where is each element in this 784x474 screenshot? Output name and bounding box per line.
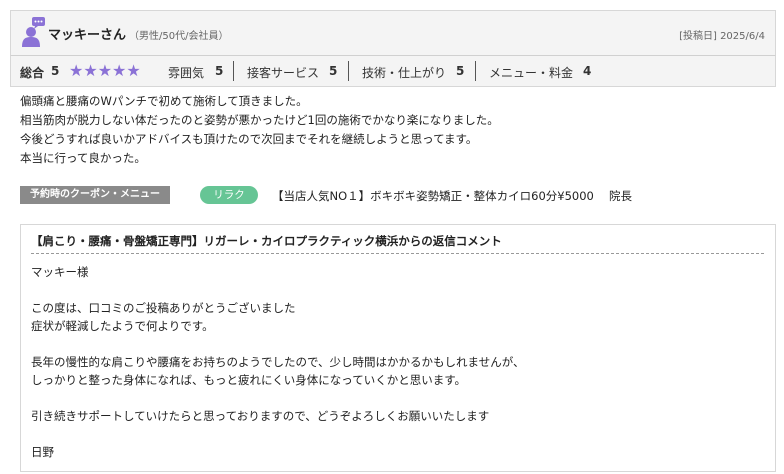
review-line: 偏頭痛と腰痛のWパンチで初めて施術して頂きました。 xyxy=(20,94,308,108)
rating-label-technique: 技術・仕上がり xyxy=(362,66,447,80)
overall-label: 総合 xyxy=(20,66,45,80)
star-rating: ★★★★★ xyxy=(69,61,141,80)
reply-line: 症状が軽減したようで何よりです。 xyxy=(31,319,214,333)
reply-line: 引き続きサポートしていけたらと思っておりますので、どうぞよろしくお願いいたします xyxy=(31,409,490,423)
reply-line: この度は、口コミのご投稿ありがとうございました xyxy=(31,301,296,315)
divider xyxy=(31,253,764,254)
reviewer-name: マッキーさん xyxy=(48,28,127,43)
reply-title: 【肩こり・腰痛・骨盤矯正専門】リガーレ・カイロプラクティック横浜からの返信コメン… xyxy=(31,234,502,248)
reply-line xyxy=(31,425,524,443)
review-card: マッキーさん （男性/50代/会社員） [投稿日] 2025/6/4 総合 5 … xyxy=(10,10,776,474)
reply-line xyxy=(31,389,524,407)
review-line: 今後どうすれば良いかアドバイスも頂けたので次回までそれを継続しようと思ってます。 xyxy=(20,132,478,146)
rating-label-menu-price: メニュー・料金 xyxy=(489,66,574,80)
overall-score: 5 xyxy=(51,64,60,78)
menu-category-tag: リラク xyxy=(200,186,258,204)
ratings-bar: 総合 5 ★★★★★ 雰囲気 5 接客サービス 5 技術・仕上がり 5 メニュー… xyxy=(10,55,776,87)
rating-score-menu-price: 4 xyxy=(583,64,592,78)
user-speech-icon xyxy=(22,17,45,47)
divider xyxy=(348,61,349,81)
coupon-label: 予約時のクーポン・メニュー xyxy=(20,186,170,204)
reply-line: 長年の慢性的な肩こりや腰痛をお持ちのようでしたので、少し時間はかかるかもしれませ… xyxy=(31,355,525,369)
coupon-menu: 【当店人気NO１】ボキボキ姿勢矯正・整体カイロ60分¥5000 院長 xyxy=(272,189,633,203)
reply-body: マッキー様 この度は、口コミのご投稿ありがとうございました 症状が軽減したようで… xyxy=(31,263,524,461)
reviewer-meta: （男性/50代/会社員） xyxy=(129,31,229,42)
reply-line: しっかりと整った身体になれば、もっと疲れにくい身体になっていくかと思います。 xyxy=(31,373,467,387)
review-header: マッキーさん （男性/50代/会社員） [投稿日] 2025/6/4 xyxy=(10,10,776,56)
divider xyxy=(475,61,476,81)
rating-score-technique: 5 xyxy=(456,64,465,78)
review-body: 偏頭痛と腰痛のWパンチで初めて施術して頂きました。 相当筋肉が脱力しない体だった… xyxy=(20,92,499,168)
rating-score-service: 5 xyxy=(329,64,338,78)
review-line: 相当筋肉が脱力しない体だったのと姿勢が悪かったけど1回の施術でかなり楽になりまし… xyxy=(20,113,499,127)
reply-line xyxy=(31,335,524,353)
reply-line xyxy=(31,281,524,299)
rating-label-atmosphere: 雰囲気 xyxy=(168,66,205,80)
reply-line: マッキー様 xyxy=(31,265,89,279)
divider xyxy=(233,61,234,81)
post-date: [投稿日] 2025/6/4 xyxy=(679,31,765,42)
reply-line: 日野 xyxy=(31,445,54,459)
rating-label-service: 接客サービス xyxy=(247,66,320,80)
review-line: 本当に行って良かった。 xyxy=(20,151,146,165)
rating-score-atmosphere: 5 xyxy=(215,64,224,78)
reply-box: 【肩こり・腰痛・骨盤矯正専門】リガーレ・カイロプラクティック横浜からの返信コメン… xyxy=(20,224,776,472)
